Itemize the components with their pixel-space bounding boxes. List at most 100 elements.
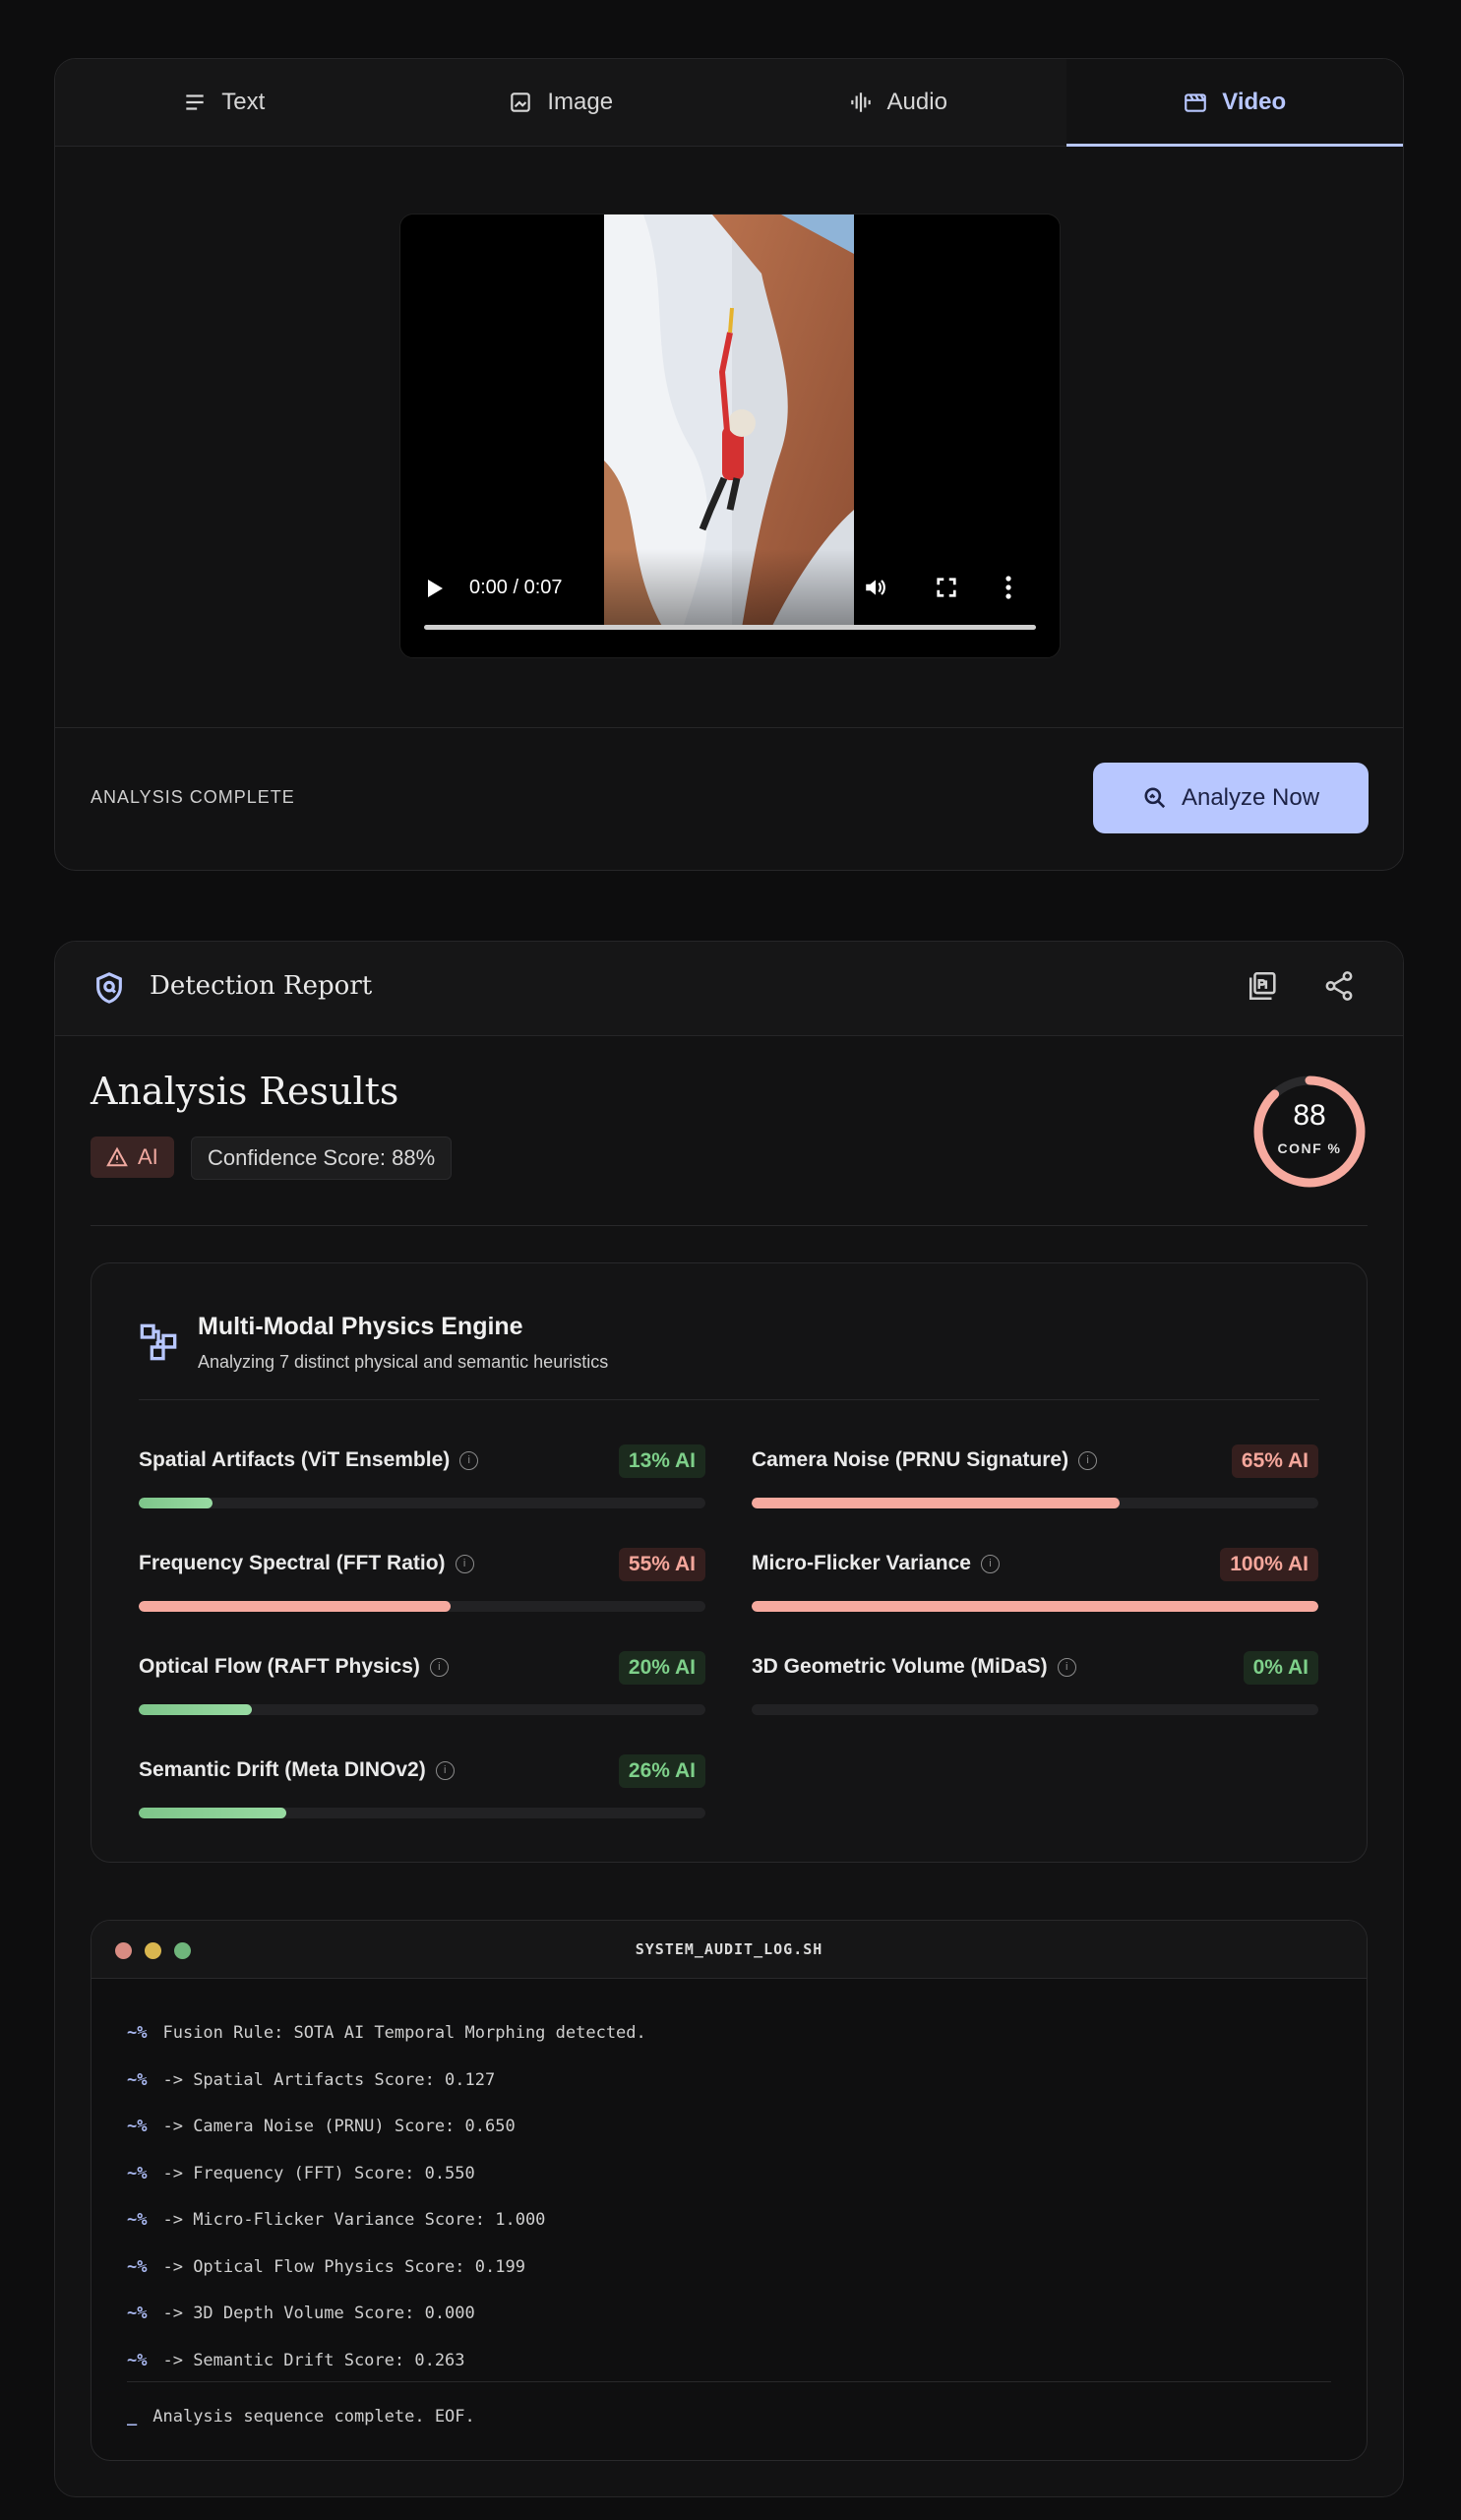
log-text: -> Semantic Drift Score: 0.263 (162, 2350, 465, 2370)
image-icon (511, 92, 531, 112)
info-icon[interactable]: i (429, 1657, 449, 1677)
video-timeline[interactable] (424, 625, 1036, 630)
metric-label: Frequency Spectral (FFT Ratio) (139, 1552, 446, 1574)
metric-row: Spatial Artifacts (ViT Ensemble) i 13% AI (139, 1431, 705, 1509)
metric-score-badge: 55% AI (618, 1548, 705, 1581)
shield-icon (96, 972, 122, 1004)
metric-score-badge: 26% AI (618, 1754, 705, 1788)
terminal-header: SYSTEM_AUDIT_LOG.SH (91, 1921, 1367, 1979)
prompt-symbol: ~% (127, 2210, 148, 2230)
tab-text[interactable]: Text (55, 59, 393, 146)
prompt-symbol: ~% (127, 2163, 148, 2183)
metric-progress-fill (139, 1704, 253, 1715)
terminal-title: SYSTEM_AUDIT_LOG.SH (635, 1940, 823, 1958)
tab-label: Text (221, 89, 266, 115)
confidence-gauge: 88 CONF % (1251, 1074, 1368, 1190)
tab-label: Image (547, 89, 614, 115)
metric-progress-track (752, 1601, 1318, 1612)
metric-name: Optical Flow (RAFT Physics) i (139, 1655, 449, 1679)
metric-progress-fill (139, 1601, 451, 1612)
share-icon[interactable] (1322, 969, 1356, 1003)
metric-name: Micro-Flicker Variance i (752, 1552, 1000, 1575)
more-options-icon[interactable] (1004, 575, 1012, 606)
metric-label: Spatial Artifacts (ViT Ensemble) (139, 1448, 451, 1471)
log-line: ~% -> Spatial Artifacts Score: 0.127 (127, 2070, 495, 2090)
metric-label: Camera Noise (PRNU Signature) (752, 1448, 1069, 1471)
network-icon (140, 1323, 177, 1361)
analyze-now-button[interactable]: Analyze Now (1093, 763, 1369, 833)
metric-progress-track (752, 1704, 1318, 1715)
info-icon[interactable]: i (980, 1554, 1000, 1573)
metric-name: Semantic Drift (Meta DINOv2) i (139, 1758, 455, 1782)
metric-progress-track (139, 1704, 705, 1715)
warning-icon (106, 1146, 128, 1167)
detection-report-card: Detection Report Analysis Results AI Con… (54, 941, 1404, 2497)
prompt-symbol: ~% (127, 2069, 148, 2090)
fullscreen-icon[interactable] (936, 577, 957, 604)
info-icon[interactable]: i (435, 1760, 455, 1780)
metric-score-badge: 0% AI (1243, 1651, 1318, 1685)
upload-footer: ANALYSIS COMPLETE Analyze Now (55, 727, 1403, 870)
terminal-divider (127, 2381, 1331, 2382)
analyze-label: Analyze Now (1181, 784, 1320, 811)
gauge-label: CONF % (1277, 1140, 1342, 1156)
video-player[interactable]: 0:00 / 0:07 (399, 214, 1061, 658)
metric-progress-fill (139, 1498, 213, 1508)
tab-video[interactable]: Video (1065, 59, 1403, 147)
log-text: -> Spatial Artifacts Score: 0.127 (162, 2069, 496, 2090)
tab-label: Audio (886, 89, 947, 115)
report-header: Detection Report (55, 942, 1403, 1036)
log-text: -> Frequency (FFT) Score: 0.550 (162, 2163, 475, 2183)
metric-score-badge: 100% AI (1220, 1548, 1318, 1581)
metric-progress-track (139, 1808, 705, 1818)
tab-image[interactable]: Image (393, 59, 730, 146)
verdict-badge: AI (91, 1137, 174, 1178)
prompt-symbol: ~% (127, 2350, 148, 2370)
log-line: ~% -> Optical Flow Physics Score: 0.199 (127, 2257, 525, 2277)
prompt-symbol: ~% (127, 2023, 148, 2043)
metric-name: Frequency Spectral (FFT Ratio) i (139, 1552, 474, 1575)
metric-name: Camera Noise (PRNU Signature) i (752, 1448, 1098, 1472)
results-title: Analysis Results (91, 1070, 399, 1113)
metric-progress-fill (752, 1498, 1121, 1508)
info-icon[interactable]: i (1078, 1450, 1098, 1470)
info-icon[interactable]: i (1057, 1657, 1076, 1677)
gauge-value: 88 (1293, 1099, 1326, 1132)
report-title: Detection Report (150, 971, 373, 1001)
log-line: ~% Fusion Rule: SOTA AI Temporal Morphing… (127, 2023, 646, 2043)
play-icon[interactable] (426, 579, 444, 604)
metric-progress-fill (139, 1808, 286, 1818)
pdf-export-icon[interactable] (1247, 969, 1280, 1003)
log-text: -> 3D Depth Volume Score: 0.000 (162, 2304, 475, 2323)
clapperboard-icon (1185, 93, 1207, 112)
analysis-status: ANALYSIS COMPLETE (91, 787, 295, 807)
cursor: _ (127, 2407, 138, 2427)
metric-score-badge: 13% AI (618, 1444, 705, 1478)
section-divider (91, 1225, 1368, 1226)
search-scan-icon (1144, 787, 1166, 809)
info-icon[interactable]: i (459, 1450, 479, 1470)
volume-icon[interactable] (863, 575, 888, 606)
text-lines-icon (186, 94, 204, 110)
metric-progress-track (139, 1601, 705, 1612)
verdict-label: AI (138, 1144, 158, 1169)
engine-title: Multi-Modal Physics Engine (198, 1313, 523, 1340)
engine-subtitle: Analyzing 7 distinct physical and semant… (198, 1352, 609, 1372)
log-text: Fusion Rule: SOTA AI Temporal Morphing d… (162, 2023, 646, 2043)
log-line: ~% -> Semantic Drift Score: 0.263 (127, 2351, 465, 2370)
prompt-symbol: ~% (127, 2117, 148, 2136)
metric-name: 3D Geometric Volume (MiDaS) i (752, 1655, 1076, 1679)
metric-row: Semantic Drift (Meta DINOv2) i 26% AI (139, 1741, 705, 1819)
metric-label: Optical Flow (RAFT Physics) (139, 1655, 420, 1678)
confidence-score: Confidence Score: 88% (191, 1137, 453, 1180)
metric-row: Frequency Spectral (FFT Ratio) i 55% AI (139, 1534, 705, 1613)
log-text: -> Optical Flow Physics Score: 0.199 (162, 2256, 525, 2277)
eof-text: Analysis sequence complete. EOF. (152, 2407, 475, 2427)
modality-tabs: Text Image Audio Video (55, 59, 1403, 147)
metric-label: 3D Geometric Volume (MiDaS) (752, 1655, 1048, 1678)
info-icon[interactable]: i (455, 1554, 474, 1573)
metric-progress-fill (752, 1601, 1318, 1612)
video-time: 0:00 / 0:07 (469, 577, 563, 598)
tab-audio[interactable]: Audio (729, 59, 1066, 146)
log-text: -> Micro-Flicker Variance Score: 1.000 (162, 2210, 546, 2230)
